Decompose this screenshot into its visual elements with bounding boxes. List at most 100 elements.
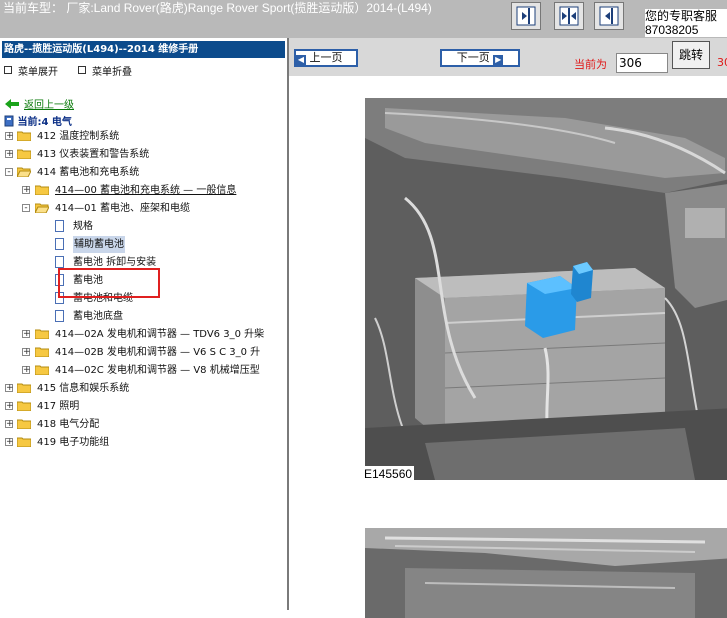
document-icon (55, 256, 64, 268)
jump-button[interactable]: 跳转 (672, 41, 710, 69)
prev-page-button[interactable]: ◀ 上一页 (294, 49, 358, 67)
page-toolbar: ◀ 上一页 下一页 ▶ 当前为 跳转 30 (289, 38, 727, 76)
second-illustration (365, 528, 727, 618)
tree-item[interactable]: + 417 照明 (0, 398, 287, 415)
folder-icon (17, 383, 31, 393)
tree-item[interactable]: + 413 仪表装置和警告系统 (0, 146, 287, 163)
collapse-menu-label: 菜单折叠 (92, 67, 132, 78)
folder-icon (17, 419, 31, 429)
folder-icon (35, 347, 49, 357)
second-illustration-graphic (365, 528, 727, 618)
tree-item[interactable]: - 414—01 蓄电池、座架和电缆 (0, 200, 287, 217)
tree-item[interactable]: + 419 电子功能组 (0, 434, 287, 451)
tree-item-selected[interactable]: 辅助蓄电池 (0, 236, 287, 253)
right-arrow-icon: ▶ (493, 55, 504, 65)
tree-item-label: 414—02C 发电机和调节器 — V8 机械增压型 (55, 365, 260, 376)
top-bar: 当前车型： 厂家:Land Rover(路虎)Range Rover Sport… (0, 0, 727, 38)
total-pages-fragment: 30 (717, 56, 727, 69)
open-folder-icon (35, 203, 49, 213)
sidebar: 路虎--揽胜运动版(L494)--2014 维修手册 菜单展开 菜单折叠 返回上… (0, 38, 287, 610)
document-icon (55, 310, 64, 322)
collapse-toggle-icon[interactable]: - (22, 204, 30, 213)
expand-toggle-icon[interactable]: + (22, 330, 31, 339)
collapse-menu-icon (78, 66, 86, 74)
tree-item[interactable]: + 415 信息和娱乐系统 (0, 380, 287, 397)
back-link[interactable]: 返回上一级 (4, 96, 74, 111)
tree-item-label: 417 照明 (37, 401, 80, 412)
expand-toggle-icon[interactable]: + (5, 132, 14, 141)
tree-item-label: 414—01 蓄电池、座架和电缆 (55, 203, 190, 214)
folder-icon (17, 149, 31, 159)
folder-icon (35, 185, 49, 195)
current-section-label: 当前:4 电气 (17, 117, 72, 128)
collapse-menu-button[interactable]: 菜单折叠 (78, 63, 132, 78)
expand-toggle-icon[interactable]: + (5, 150, 14, 159)
expand-toggle-icon[interactable]: + (5, 420, 14, 429)
left-arrow-icon: ◀ (296, 55, 306, 65)
tree-item-label: 414—02A 发电机和调节器 — TDV6 3_0 升柴 (55, 329, 265, 340)
open-folder-icon (17, 167, 31, 177)
tree-item[interactable]: 规格 (0, 218, 287, 235)
back-link-label: 返回上一级 (24, 100, 74, 111)
expand-left-button[interactable] (511, 2, 541, 30)
content-pane: ◀ 上一页 下一页 ▶ 当前为 跳转 30 (287, 38, 727, 618)
tree-item[interactable]: - 414 蓄电池和充电系统 (0, 164, 287, 181)
current-section: 当前:4 电气 (4, 113, 72, 128)
customer-service-box: 您的专职客服 87038205 (645, 9, 727, 37)
expand-toggle-icon[interactable]: + (5, 384, 14, 393)
figure-caption: E145560 (362, 466, 415, 482)
tree-item-label: 辅助蓄电池 (73, 236, 125, 253)
document-icon (55, 220, 64, 232)
expand-toggle-icon[interactable]: + (5, 402, 14, 411)
expand-toggle-icon[interactable]: + (22, 366, 31, 375)
customer-service-phone: 87038205 (645, 23, 699, 37)
next-page-label: 下一页 (456, 51, 490, 64)
tree-item-label: 415 信息和娱乐系统 (37, 383, 130, 394)
tree-item[interactable]: + 414—02B 发电机和调节器 — V6 S C 3_0 升 (0, 344, 287, 361)
tree-item-label: 412 温度控制系统 (37, 131, 120, 142)
collapse-left-icon (599, 6, 619, 26)
expand-toggle-icon[interactable]: + (22, 348, 31, 357)
folder-icon (35, 329, 49, 339)
tree-item-label: 414—02B 发电机和调节器 — V6 S C 3_0 升 (55, 347, 261, 358)
highlight-box (58, 268, 160, 298)
tree-item[interactable]: + 412 温度控制系统 (0, 128, 287, 145)
tree-item-label: 规格 (73, 221, 93, 232)
expand-toggle-icon[interactable]: + (22, 186, 31, 195)
book-icon (4, 115, 14, 127)
collapse-toggle-icon[interactable]: - (5, 168, 13, 177)
document-icon (55, 238, 64, 250)
expand-menu-button[interactable]: 菜单展开 (4, 63, 58, 78)
folder-icon (17, 131, 31, 141)
tree-item[interactable]: + 418 电气分配 (0, 416, 287, 433)
current-vehicle-label: 当前车型： 厂家:Land Rover(路虎)Range Rover Sport… (3, 1, 432, 15)
tree-item[interactable]: + 414—00 蓄电池和充电系统 — 一般信息 (0, 182, 287, 199)
back-arrow-icon (5, 99, 19, 109)
tree-item-label: 414—00 蓄电池和充电系统 — 一般信息 (55, 185, 237, 196)
battery-illustration (365, 98, 727, 480)
expand-left-icon (516, 6, 536, 26)
collapse-left-button[interactable] (594, 2, 624, 30)
tree-item[interactable]: 蓄电池底盘 (0, 308, 287, 325)
prev-page-label: 上一页 (309, 51, 343, 64)
folder-icon (35, 365, 49, 375)
page-number-input[interactable] (616, 53, 668, 73)
tree-item-label: 413 仪表装置和警告系统 (37, 149, 150, 160)
folder-icon (17, 401, 31, 411)
tree-item-label: 414 蓄电池和充电系统 (37, 167, 140, 178)
tree-item-label: 419 电子功能组 (37, 437, 110, 448)
tree-item[interactable]: + 414—02A 发电机和调节器 — TDV6 3_0 升柴 (0, 326, 287, 343)
tree-item-label: 蓄电池底盘 (73, 311, 123, 322)
expand-menu-label: 菜单展开 (18, 67, 58, 78)
split-view-button[interactable] (554, 2, 584, 30)
folder-icon (17, 437, 31, 447)
expand-menu-icon (4, 66, 12, 74)
expand-toggle-icon[interactable]: + (5, 438, 14, 447)
manual-title: 路虎--揽胜运动版(L494)--2014 维修手册 (2, 41, 285, 58)
split-view-icon (559, 6, 579, 26)
next-page-button[interactable]: 下一页 ▶ (440, 49, 520, 67)
tree-item[interactable]: + 414—02C 发电机和调节器 — V8 机械增压型 (0, 362, 287, 379)
tree-item-label: 418 电气分配 (37, 419, 100, 430)
customer-service-title: 您的专职客服 (645, 9, 718, 23)
engine-bay-graphic (365, 98, 727, 480)
